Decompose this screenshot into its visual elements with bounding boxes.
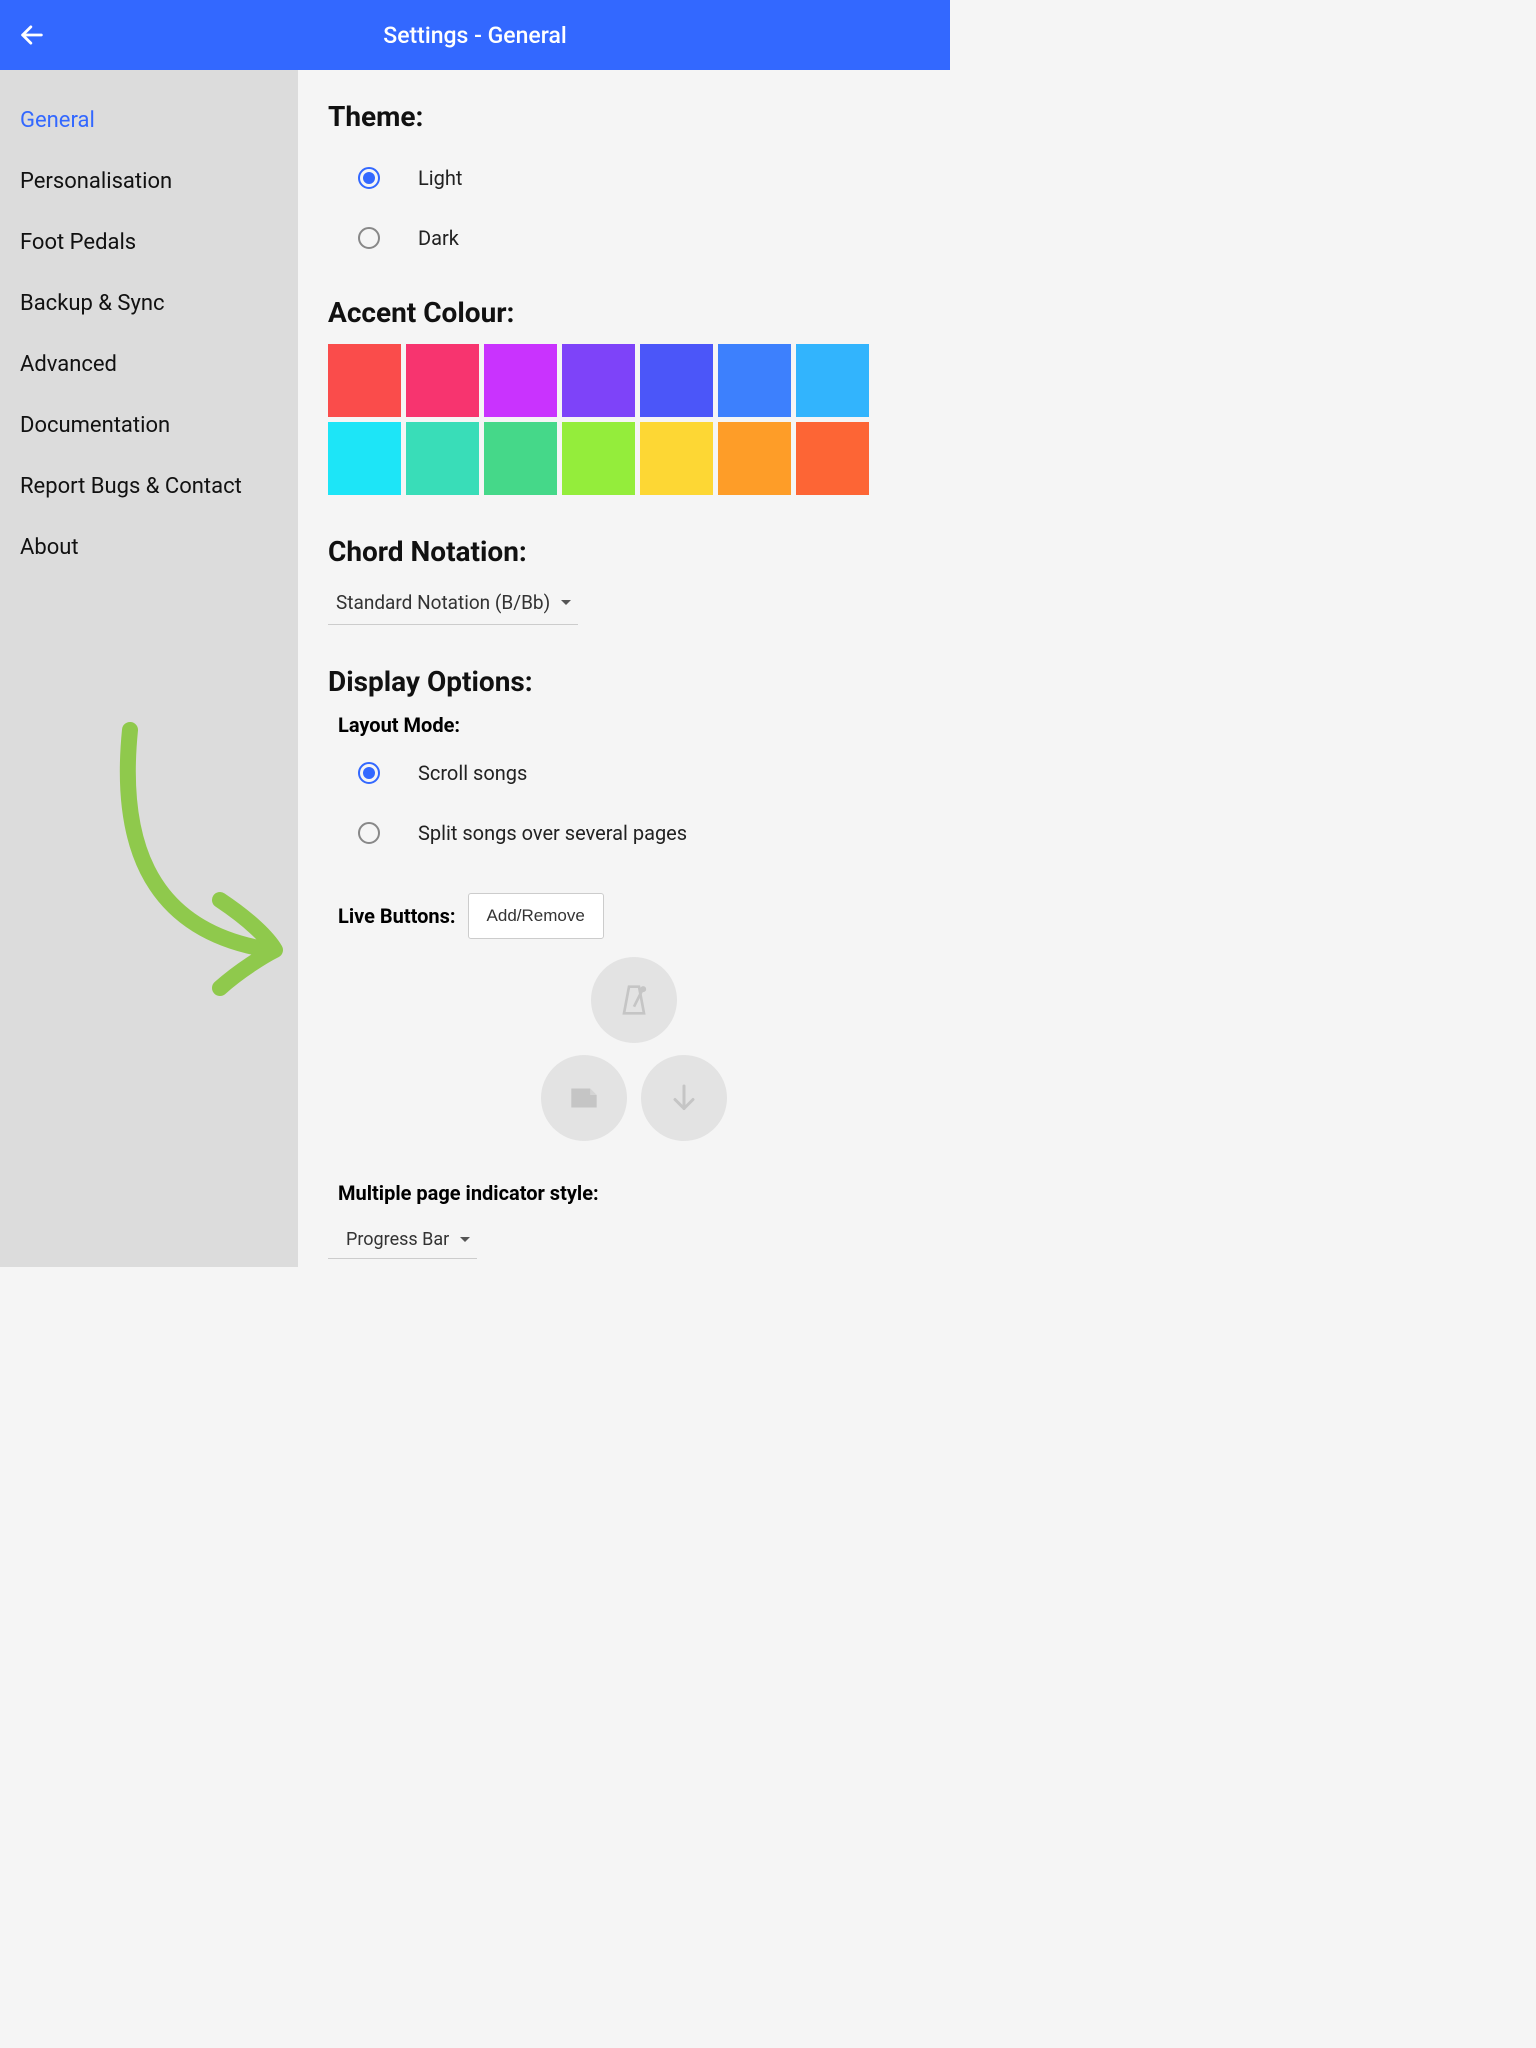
accent-swatch[interactable] [640, 422, 713, 495]
accent-swatch-grid [328, 344, 878, 495]
page-indicator-value: Progress Bar [346, 1229, 449, 1250]
page-indicator-label: Multiple page indicator style: [328, 1181, 920, 1205]
sidebar-item-personalisation[interactable]: Personalisation [0, 151, 298, 212]
accent-swatch[interactable] [796, 422, 869, 495]
accent-heading: Accent Colour: [328, 296, 920, 329]
display-heading: Display Options: [328, 665, 920, 698]
radio-icon [358, 822, 380, 844]
chord-notation-dropdown[interactable]: Standard Notation (B/Bb) [328, 583, 578, 625]
sidebar-item-backup-sync[interactable]: Backup & Sync [0, 273, 298, 334]
accent-swatch[interactable] [328, 344, 401, 417]
metronome-button[interactable] [591, 957, 677, 1043]
accent-swatch[interactable] [562, 422, 635, 495]
accent-swatch[interactable] [484, 422, 557, 495]
radio-label: Scroll songs [418, 761, 527, 785]
accent-swatch[interactable] [328, 422, 401, 495]
radio-label: Split songs over several pages [418, 821, 687, 845]
theme-option-light[interactable]: Light [328, 148, 920, 208]
radio-icon [358, 167, 380, 189]
accent-swatch[interactable] [406, 422, 479, 495]
accent-swatch[interactable] [562, 344, 635, 417]
accent-swatch[interactable] [406, 344, 479, 417]
theme-option-dark[interactable]: Dark [328, 208, 920, 268]
sidebar-item-about[interactable]: About [0, 517, 298, 578]
radio-icon [358, 227, 380, 249]
scroll-down-button[interactable] [641, 1055, 727, 1141]
add-remove-button[interactable]: Add/Remove [468, 893, 604, 939]
back-button[interactable] [18, 21, 46, 49]
radio-icon [358, 762, 380, 784]
layout-mode-label: Layout Mode: [328, 713, 920, 737]
layout-option-scroll-songs[interactable]: Scroll songs [328, 743, 920, 803]
accent-swatch[interactable] [640, 344, 713, 417]
page-button[interactable] [541, 1055, 627, 1141]
page-title: Settings - General [383, 22, 566, 49]
sidebar-item-documentation[interactable]: Documentation [0, 395, 298, 456]
sidebar-item-report-bugs-contact[interactable]: Report Bugs & Contact [0, 456, 298, 517]
theme-heading: Theme: [328, 100, 920, 133]
live-buttons-label: Live Buttons: [338, 904, 456, 928]
sidebar: GeneralPersonalisationFoot PedalsBackup … [0, 70, 298, 1267]
radio-label: Light [418, 166, 462, 190]
chord-heading: Chord Notation: [328, 535, 920, 568]
chord-notation-value: Standard Notation (B/Bb) [336, 591, 550, 614]
annotation-arrow-icon [110, 720, 290, 1004]
chevron-down-icon [459, 1235, 471, 1245]
accent-swatch[interactable] [718, 344, 791, 417]
sidebar-item-advanced[interactable]: Advanced [0, 334, 298, 395]
layout-option-split-songs-over-several-pages[interactable]: Split songs over several pages [328, 803, 920, 863]
main-content: Theme: Light Dark Accent Colour: Chord No… [298, 70, 950, 1267]
sidebar-item-general[interactable]: General [0, 90, 298, 151]
page-indicator-dropdown[interactable]: Progress Bar [328, 1223, 477, 1259]
radio-label: Dark [418, 226, 459, 250]
sidebar-item-foot-pedals[interactable]: Foot Pedals [0, 212, 298, 273]
accent-swatch[interactable] [718, 422, 791, 495]
chevron-down-icon [560, 598, 572, 608]
accent-swatch[interactable] [484, 344, 557, 417]
accent-swatch[interactable] [796, 344, 869, 417]
